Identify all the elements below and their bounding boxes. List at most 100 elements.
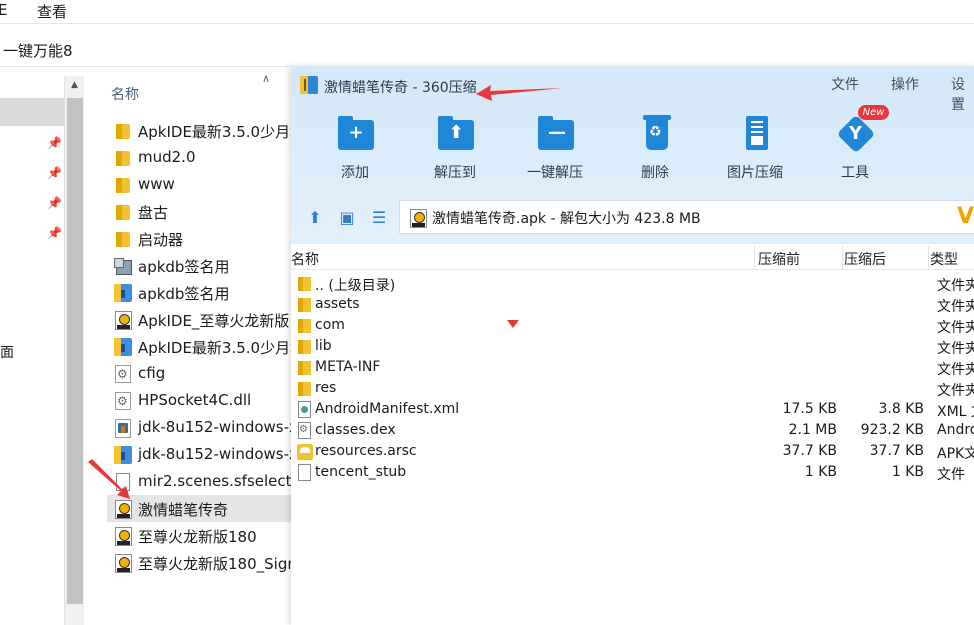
entry-name: res bbox=[315, 380, 337, 396]
archive-icon bbox=[114, 446, 132, 464]
entry-size-before: 1 KB bbox=[804, 464, 837, 480]
archive-row[interactable]: com 文件夹 bbox=[291, 316, 974, 337]
column-divider[interactable] bbox=[928, 246, 929, 270]
archive-row[interactable]: .. (上级目录) 文件夹 bbox=[291, 274, 974, 295]
menu-file[interactable]: 文件 bbox=[831, 74, 859, 94]
file-row[interactable]: www bbox=[107, 171, 291, 198]
file-row[interactable]: jdk-8u152-windows-x bbox=[107, 441, 298, 468]
entry-name: resources.arsc bbox=[315, 443, 417, 459]
entry-name: classes.dex bbox=[315, 422, 396, 438]
red-marker-icon bbox=[507, 320, 519, 328]
file-name: ApkIDE_至尊火龙新版 bbox=[138, 312, 290, 330]
file-row[interactable]: 至尊火龙新版180 bbox=[107, 522, 291, 549]
column-before[interactable]: 压缩前 bbox=[758, 249, 800, 269]
apk-icon bbox=[409, 209, 427, 228]
file-name: 启动器 bbox=[138, 231, 184, 249]
entry-name: AndroidManifest.xml bbox=[315, 401, 460, 417]
folder-icon bbox=[297, 380, 313, 398]
menu-settings[interactable]: 设置 bbox=[951, 74, 974, 114]
pin-icon[interactable]: 📌 bbox=[47, 166, 62, 180]
pin-icon[interactable]: 📌 bbox=[47, 136, 62, 150]
tools-icon: Y bbox=[836, 114, 876, 154]
ribbon-tab-view[interactable]: 查看 bbox=[37, 1, 67, 22]
file-name: 至尊火龙新版180 bbox=[138, 528, 257, 546]
archive-icon bbox=[114, 284, 132, 302]
file-row[interactable]: jdk-8u152-windows-x bbox=[107, 414, 298, 441]
archive-row[interactable]: assets 文件夹 bbox=[291, 295, 974, 316]
image-compress-button[interactable]: 图片压缩 bbox=[715, 114, 795, 186]
column-type[interactable]: 类型 bbox=[930, 249, 958, 269]
dex-file-icon bbox=[297, 422, 313, 440]
zip-header: 激情蜡笔传奇 - 360压缩 文件 操作 设置 + 添加 ⬆ 解压到 — 一键解… bbox=[291, 66, 974, 244]
tools-button[interactable]: Y 工具 bbox=[815, 114, 895, 186]
file-name: jdk-8u152-windows-x bbox=[138, 418, 298, 436]
entry-name: tencent_stub bbox=[315, 464, 407, 480]
file-row[interactable]: mir2.scenes.sfselect.s bbox=[107, 468, 304, 495]
path-navbar: ⬆ ▣ ☰ 激情蜡笔传奇.apk - 解包大小为 423.8 MB V bbox=[291, 194, 974, 242]
file-row[interactable]: ApkIDE最新3.5.0少月坊 bbox=[107, 333, 305, 360]
one-click-extract-button[interactable]: — 一键解压 bbox=[515, 114, 595, 186]
entry-type: 文件夹 bbox=[937, 341, 974, 357]
file-name: apkdb签名用 bbox=[138, 285, 230, 303]
archive-row[interactable]: lib 文件夹 bbox=[291, 337, 974, 358]
thumbnail-view-icon[interactable]: ▣ bbox=[337, 208, 357, 228]
column-header-name[interactable]: 名称 bbox=[111, 84, 139, 104]
java-icon bbox=[114, 419, 132, 438]
sort-ascending-icon: ∧ bbox=[262, 72, 271, 85]
entry-size-after: 1 KB bbox=[891, 464, 924, 480]
pin-icon[interactable]: 📌 bbox=[47, 196, 62, 210]
file-row[interactable]: 激情蜡笔传奇 bbox=[107, 495, 291, 522]
pin-icon[interactable]: 📌 bbox=[47, 226, 62, 240]
folder-icon bbox=[114, 176, 132, 194]
add-button[interactable]: + 添加 bbox=[315, 114, 395, 186]
path-field[interactable]: 激情蜡笔传奇.apk - 解包大小为 423.8 MB V bbox=[399, 200, 974, 234]
column-after[interactable]: 压缩后 bbox=[844, 249, 886, 269]
archive-row[interactable]: res 文件夹 bbox=[291, 379, 974, 400]
file-name: www bbox=[138, 175, 175, 193]
ribbon-tab-partial[interactable]: E bbox=[0, 1, 7, 19]
nav-item-selected[interactable] bbox=[0, 98, 64, 126]
archive-row[interactable]: resources.arsc 37.7 KB 37.7 KB APK文 bbox=[291, 442, 974, 463]
entry-size-before: 37.7 KB bbox=[782, 443, 837, 459]
config-icon bbox=[114, 365, 132, 383]
up-level-icon[interactable]: ⬆ bbox=[305, 208, 325, 228]
file-row[interactable]: ApkIDE_至尊火龙新版 bbox=[107, 306, 291, 333]
list-view-icon[interactable]: ☰ bbox=[369, 208, 389, 228]
file-row[interactable]: 启动器 bbox=[107, 225, 291, 252]
entry-type: APK文 bbox=[937, 446, 974, 462]
address-bar-path[interactable]: 一键万能8 bbox=[3, 40, 73, 61]
nav-item-partial[interactable]: 面 bbox=[0, 342, 14, 362]
nav-scrollbar[interactable]: ▲ bbox=[64, 76, 84, 625]
archive-row[interactable]: META-INF 文件夹 bbox=[291, 358, 974, 379]
extract-to-button[interactable]: ⬆ 解压到 bbox=[415, 114, 495, 186]
column-name[interactable]: 名称 bbox=[291, 249, 319, 269]
file-row[interactable]: 盘古 bbox=[107, 198, 291, 225]
scrollbar-thumb[interactable] bbox=[67, 98, 83, 604]
file-row[interactable]: 至尊火龙新版180_Sign bbox=[107, 549, 297, 576]
file-row[interactable]: HPSocket4C.dll bbox=[107, 387, 291, 414]
entry-type: 文件夹 bbox=[937, 383, 974, 399]
file-row[interactable]: apkdb签名用 bbox=[107, 252, 291, 279]
new-badge: New bbox=[858, 105, 889, 120]
entry-name: assets bbox=[315, 296, 360, 312]
image-compress-label: 图片压缩 bbox=[727, 165, 783, 181]
archive-row[interactable]: AndroidManifest.xml 17.5 KB 3.8 KB XML 文 bbox=[291, 400, 974, 421]
scroll-up-icon[interactable]: ▲ bbox=[71, 80, 78, 90]
package-icon bbox=[114, 257, 132, 275]
file-row[interactable]: ApkIDE最新3.5.0少月坊 bbox=[107, 117, 305, 144]
file-row[interactable]: apkdb签名用 bbox=[107, 279, 291, 306]
delete-button[interactable]: 删除 bbox=[615, 114, 695, 186]
entry-size-before: 17.5 KB bbox=[782, 401, 837, 417]
add-folder-icon: + bbox=[337, 116, 375, 152]
column-divider[interactable] bbox=[842, 246, 843, 270]
extract-to-icon: ⬆ bbox=[437, 116, 475, 152]
entry-type: 文件夹 bbox=[937, 278, 974, 294]
file-row[interactable]: cfig bbox=[107, 360, 291, 387]
folder-icon bbox=[114, 230, 132, 248]
archive-row[interactable]: tencent_stub 1 KB 1 KB 文件 bbox=[291, 463, 974, 484]
column-divider[interactable] bbox=[754, 246, 755, 270]
archive-row[interactable]: classes.dex 2.1 MB 923.2 KB Andro bbox=[291, 421, 974, 442]
menu-operate[interactable]: 操作 bbox=[891, 74, 919, 94]
file-row[interactable]: mud2.0 bbox=[107, 144, 291, 171]
v-logo-icon[interactable]: V bbox=[957, 204, 974, 229]
